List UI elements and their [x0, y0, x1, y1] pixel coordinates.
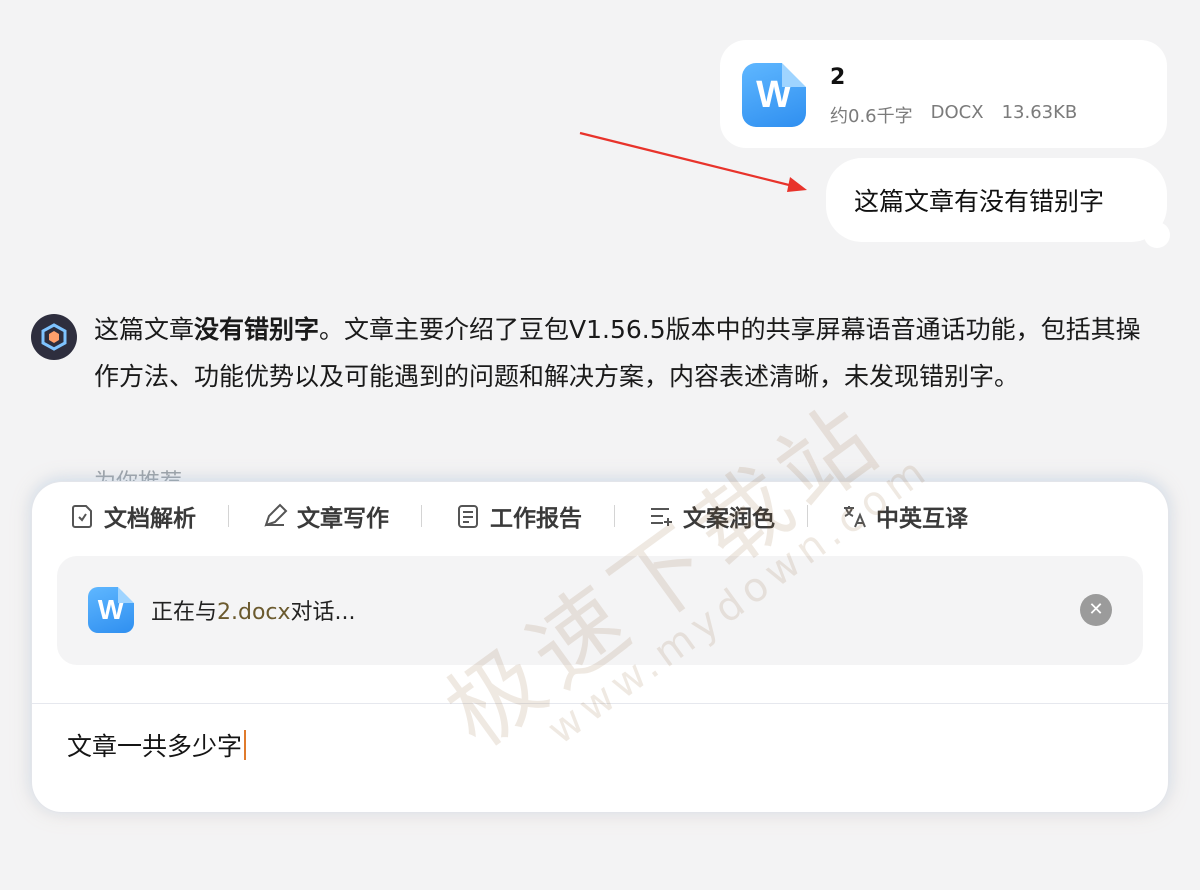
file-meta: 约0.6千字 DOCX 13.63KB	[830, 102, 1077, 128]
bot-reply-bold: 没有错别字	[194, 315, 320, 344]
recommend-label: 为你推荐	[94, 470, 183, 484]
skill-separator	[614, 505, 615, 527]
chat-composer: 文档解析 文章写作 工作报告 文案润色 中英互译 W 正在与2.docx对话..…	[32, 482, 1168, 812]
remove-attachment-button[interactable]: ✕	[1080, 594, 1112, 626]
skill-translate[interactable]: 中英互译	[840, 499, 968, 533]
close-icon: ✕	[1088, 599, 1104, 620]
file-name: 2	[830, 65, 846, 90]
bot-avatar-icon	[31, 314, 77, 360]
translate-icon	[844, 506, 866, 528]
word-doc-icon: W	[88, 587, 134, 633]
attachment-filename: 2.docx	[217, 600, 291, 625]
bot-reply-text: 这篇文章没有错别字。文章主要介绍了豆包V1.56.5版本中的共享屏幕语音通话功能…	[94, 315, 1141, 391]
word-doc-icon: W	[742, 63, 806, 127]
skill-work-report[interactable]: 工作报告	[454, 499, 582, 533]
skill-separator	[421, 505, 422, 527]
message-input[interactable]: 文章一共多少字	[67, 727, 247, 763]
doc-parse-icon	[72, 505, 92, 528]
composer-divider	[32, 703, 1168, 704]
message-input-value: 文章一共多少字	[67, 732, 243, 761]
file-type: DOCX	[930, 102, 984, 123]
bubble-tail	[1144, 222, 1170, 248]
attachment-status-text: 正在与2.docx对话...	[151, 600, 356, 625]
skill-separator	[807, 505, 808, 527]
user-message-bubble: 这篇文章有没有错别字	[826, 158, 1167, 242]
skill-bar: 文档解析 文章写作 工作报告 文案润色 中英互译	[68, 499, 968, 533]
text-caret	[244, 730, 247, 760]
attachment-context-box: W 正在与2.docx对话... ✕	[57, 556, 1143, 665]
file-size: 13.63KB	[1001, 102, 1078, 123]
annotation-arrow	[579, 131, 807, 192]
skill-doc-parse[interactable]: 文档解析	[68, 499, 196, 533]
skill-article-writing[interactable]: 文章写作	[261, 499, 389, 533]
pen-icon	[264, 503, 288, 527]
file-word-count: 约0.6千字	[830, 106, 913, 127]
skill-separator	[228, 505, 229, 527]
user-message-text: 这篇文章有没有错别字	[854, 187, 1105, 216]
skill-copy-polish[interactable]: 文案润色	[647, 499, 775, 533]
report-icon	[458, 505, 478, 528]
polish-icon	[651, 508, 672, 526]
